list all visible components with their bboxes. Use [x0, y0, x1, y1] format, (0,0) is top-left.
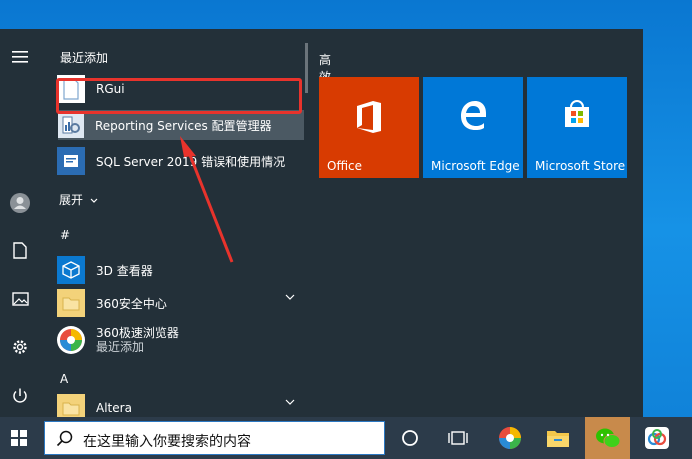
cube-icon — [57, 256, 85, 284]
section-a[interactable]: A — [60, 372, 68, 386]
360-browser-icon — [57, 326, 85, 354]
app-label: 360安全中心 — [96, 296, 167, 311]
power-icon[interactable] — [8, 384, 32, 408]
tile-store[interactable]: Microsoft Store — [527, 77, 627, 178]
pictures-icon[interactable] — [8, 287, 32, 311]
hamburger-menu-icon[interactable] — [8, 45, 32, 69]
chevron-down-icon[interactable] — [285, 399, 295, 405]
folder-icon — [57, 289, 85, 317]
windows-start-icon[interactable] — [2, 422, 36, 454]
tile-label: Microsoft Store — [535, 159, 626, 173]
app-label: Reporting Services 配置管理器 — [95, 118, 272, 133]
recent-added-badge: 最近添加 — [96, 340, 145, 354]
tile-label: Microsoft Edge — [431, 159, 520, 173]
expand-toggle[interactable]: 展开 — [59, 191, 98, 208]
section-hash[interactable]: # — [60, 228, 70, 242]
edge-icon — [423, 99, 523, 131]
app-sql-server-error-reporting[interactable]: SQL Server 2019 错误和使用情况 — [57, 144, 307, 178]
cortana-icon[interactable] — [393, 422, 427, 454]
highlight-box — [56, 78, 302, 114]
expand-label: 展开 — [59, 193, 84, 207]
app-label: SQL Server 2019 错误和使用情况 — [96, 154, 286, 169]
reporting-config-icon — [58, 112, 84, 138]
app-label: Altera — [96, 401, 132, 415]
taskbar-search-box[interactable]: 在这里输入你要搜索的内容 — [44, 421, 385, 455]
wechat-icon[interactable] — [585, 417, 630, 459]
app-reporting-services[interactable]: Reporting Services 配置管理器 — [58, 110, 304, 140]
file-explorer-icon[interactable] — [541, 422, 575, 454]
settings-gear-icon[interactable] — [8, 335, 32, 359]
task-view-icon[interactable] — [441, 422, 475, 454]
sql-server-icon — [57, 147, 85, 175]
app-360-browser[interactable]: 360极速浏览器 最近添加 — [57, 323, 307, 357]
app-3d-viewer[interactable]: 3D 查看器 — [57, 253, 307, 287]
tile-office[interactable]: Office — [319, 77, 419, 178]
app-label: 3D 查看器 — [96, 263, 153, 278]
taskbar: 在这里输入你要搜索的内容 — [0, 417, 692, 459]
chevron-down-icon[interactable] — [285, 294, 295, 300]
search-placeholder: 在这里输入你要搜索的内容 — [83, 434, 251, 450]
recent-header: 最近添加 — [60, 51, 109, 65]
360-browser-taskbar-icon[interactable] — [493, 422, 527, 454]
start-rail — [0, 29, 40, 417]
documents-icon[interactable] — [8, 238, 32, 262]
tile-label: Office — [327, 159, 363, 173]
app-360-security[interactable]: 360安全中心 — [57, 286, 307, 320]
user-avatar-icon[interactable] — [8, 191, 32, 215]
baidu-netdisk-icon[interactable] — [640, 422, 674, 454]
app-label-group: 360极速浏览器 最近添加 — [96, 326, 179, 354]
search-icon — [56, 430, 73, 447]
office-icon — [319, 99, 419, 135]
tile-edge[interactable]: Microsoft Edge — [423, 77, 523, 178]
store-bag-icon — [527, 99, 627, 131]
chevron-down-icon — [90, 198, 98, 203]
list-scrollbar[interactable] — [305, 43, 308, 93]
app-label: 360极速浏览器 — [96, 326, 179, 340]
